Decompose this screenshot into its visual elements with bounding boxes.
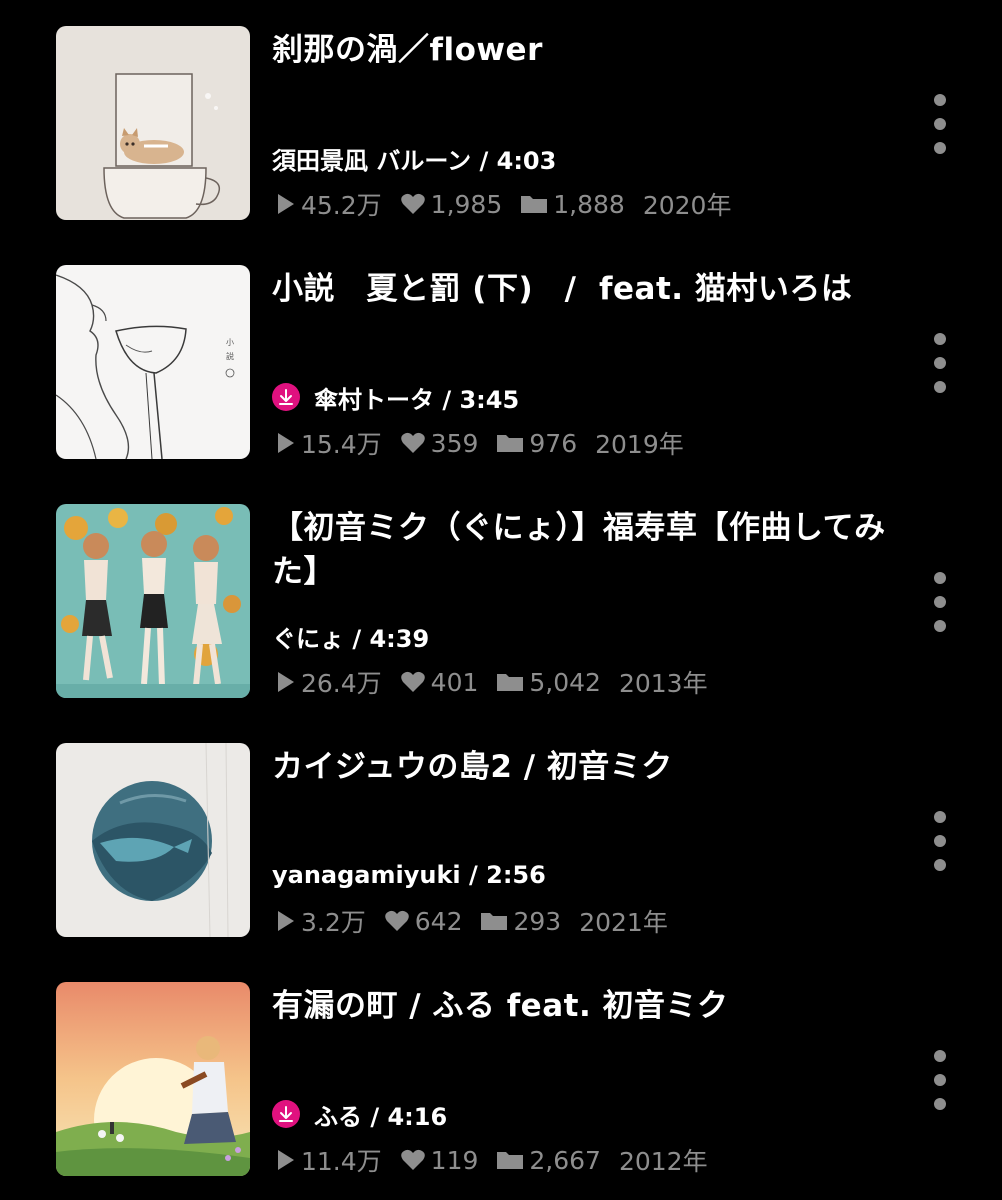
more-vertical-icon[interactable] <box>926 572 954 632</box>
video-list: 刹那の渦／flower 須田景凪 バルーン / 4:03 45.2万 1,985… <box>0 0 1002 1200</box>
svg-text:説: 説 <box>226 351 234 361</box>
views-count: 3.2万 <box>301 908 366 937</box>
video-artist-duration: ぐにょ / 4:39 <box>272 616 429 656</box>
video-item[interactable]: カイジュウの島2 / 初音ミク yanagamiyuki / 2:56 3.2万… <box>0 743 1002 943</box>
likes-count: 401 <box>430 667 479 697</box>
more-vertical-icon[interactable] <box>926 94 954 154</box>
video-title[interactable]: 小説 夏と罰 (下) / feat. 猫村いろは <box>272 267 892 311</box>
video-title[interactable]: 有漏の町 / ふる feat. 初音ミク <box>272 984 892 1028</box>
more-vertical-icon[interactable] <box>926 1050 954 1110</box>
thumbnail-image-cat-cup <box>56 26 250 220</box>
more-vertical-icon[interactable] <box>926 811 954 871</box>
mylists-count: 5,042 <box>529 667 601 697</box>
heart-icon <box>400 193 425 214</box>
folder-icon <box>521 196 548 213</box>
folder-icon <box>497 435 524 452</box>
views-stat: 11.4万 <box>276 1142 382 1178</box>
video-stats: 3.2万 642 293 2021年 <box>276 903 668 939</box>
likes-count: 642 <box>414 906 463 936</box>
likes-count: 359 <box>430 428 479 458</box>
video-artist-duration: ふる / 4:16 <box>272 1094 447 1134</box>
video-artist-duration: 傘村トータ / 3:45 <box>272 377 519 417</box>
upload-year: 2013年 <box>618 669 708 698</box>
views-stat: 26.4万 <box>276 664 382 700</box>
video-thumbnail[interactable] <box>56 743 250 937</box>
heart-icon <box>400 432 425 453</box>
video-title[interactable]: 刹那の渦／flower <box>272 28 892 72</box>
mylists-stat: 5,042 <box>496 668 601 697</box>
views-count: 11.4万 <box>301 1147 382 1176</box>
play-icon <box>278 1150 294 1170</box>
video-artist-duration: yanagamiyuki / 2:56 <box>272 855 546 895</box>
mylists-stat: 976 <box>496 429 577 458</box>
upload-year: 2019年 <box>595 430 684 459</box>
video-item[interactable]: 刹那の渦／flower 須田景凪 バルーン / 4:03 45.2万 1,985… <box>0 26 1002 226</box>
download-badge <box>272 1100 300 1128</box>
download-icon <box>279 1106 293 1122</box>
views-stat: 15.4万 <box>276 425 382 461</box>
views-stat: 3.2万 <box>276 903 366 939</box>
folder-icon <box>497 1152 524 1169</box>
artist-text: ぐにょ / 4:39 <box>272 624 430 653</box>
video-item[interactable]: 有漏の町 / ふる feat. 初音ミク ふる / 4:16 11.4万 119… <box>0 982 1002 1182</box>
upload-year: 2012年 <box>618 1147 708 1176</box>
likes-stat: 401 <box>400 667 479 697</box>
artist-text: 須田景凪 バルーン / 4:03 <box>272 146 557 175</box>
play-icon <box>278 433 294 453</box>
more-vertical-icon[interactable] <box>926 333 954 393</box>
video-stats: 26.4万 401 5,042 2013年 <box>276 664 708 700</box>
likes-count: 1,985 <box>430 189 503 219</box>
video-thumbnail[interactable] <box>56 504 250 698</box>
views-stat: 45.2万 <box>276 186 382 222</box>
video-stats: 15.4万 359 976 2019年 <box>276 425 684 461</box>
mylists-stat: 293 <box>480 907 561 936</box>
video-item[interactable]: 小 説 小説 夏と罰 (下) / feat. 猫村いろは 傘村トータ / 3:4… <box>0 265 1002 465</box>
download-badge <box>272 383 300 411</box>
thumbnail-image-whale-circle <box>56 743 250 937</box>
views-count: 45.2万 <box>301 191 382 220</box>
video-title[interactable]: カイジュウの島2 / 初音ミク <box>272 745 892 789</box>
mylists-stat: 2,667 <box>496 1146 601 1175</box>
play-icon <box>278 194 294 214</box>
thumbnail-image-sketch-glass: 小 説 <box>56 265 250 459</box>
views-count: 15.4万 <box>301 430 382 459</box>
upload-year: 2020年 <box>642 191 732 220</box>
folder-icon <box>497 674 524 691</box>
thumbnail-image-violin-sunset <box>56 982 250 1176</box>
video-artist-duration: 須田景凪 バルーン / 4:03 <box>272 138 556 178</box>
thumbnail-image-girls-flowers <box>56 504 250 698</box>
video-stats: 11.4万 119 2,667 2012年 <box>276 1142 708 1178</box>
video-thumbnail[interactable] <box>56 26 250 220</box>
artist-text: 傘村トータ / 3:45 <box>314 385 520 414</box>
views-count: 26.4万 <box>301 669 382 698</box>
video-item[interactable]: 【初音ミク（ぐにょ）】福寿草【作曲してみた】 ぐにょ / 4:39 26.4万 … <box>0 504 1002 704</box>
likes-stat: 119 <box>400 1145 479 1175</box>
play-icon <box>278 672 294 692</box>
download-icon <box>279 389 293 405</box>
svg-text:小: 小 <box>226 338 234 347</box>
video-stats: 45.2万 1,985 1,888 2020年 <box>276 186 731 222</box>
likes-stat: 1,985 <box>400 189 503 219</box>
artist-text: yanagamiyuki / 2:56 <box>272 861 546 889</box>
artist-text: ふる / 4:16 <box>314 1102 448 1131</box>
mylists-stat: 1,888 <box>520 190 625 219</box>
likes-stat: 642 <box>384 906 463 936</box>
likes-stat: 359 <box>400 428 479 458</box>
heart-icon <box>400 1149 425 1170</box>
video-title[interactable]: 【初音ミク（ぐにょ）】福寿草【作曲してみた】 <box>272 506 892 594</box>
heart-icon <box>384 910 409 931</box>
play-icon <box>278 911 294 931</box>
likes-count: 119 <box>430 1145 479 1175</box>
mylists-count: 2,667 <box>529 1145 601 1175</box>
mylists-count: 293 <box>513 906 562 936</box>
upload-year: 2021年 <box>579 908 668 937</box>
heart-icon <box>400 671 425 692</box>
folder-icon <box>481 913 508 930</box>
video-thumbnail[interactable]: 小 説 <box>56 265 250 459</box>
mylists-count: 1,888 <box>553 189 625 219</box>
mylists-count: 976 <box>529 428 578 458</box>
video-thumbnail[interactable] <box>56 982 250 1176</box>
